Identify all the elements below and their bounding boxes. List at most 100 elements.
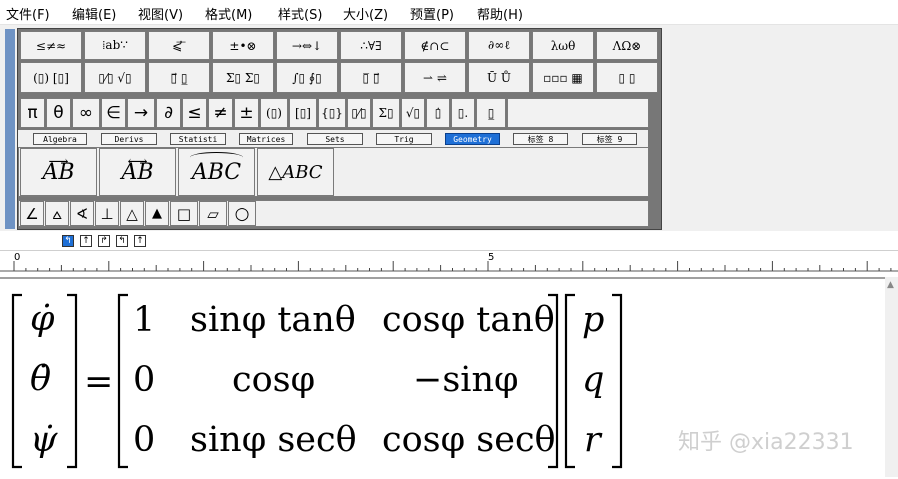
palette-spaces-button[interactable]: ⁞ab∵ bbox=[84, 31, 146, 60]
triangle-template[interactable]: △ABC bbox=[257, 148, 334, 196]
triangle-symbol-button[interactable]: △ bbox=[120, 201, 144, 226]
palette-arrows-button[interactable]: →⇔↓ bbox=[276, 31, 338, 60]
perpendicular-symbol-button[interactable]: ⊥ bbox=[95, 201, 119, 226]
menu-file[interactable]: 文件(F) bbox=[6, 4, 50, 23]
tab-9[interactable]: 标签 9 bbox=[582, 133, 637, 145]
menu-help[interactable]: 帮助(H) bbox=[477, 4, 523, 23]
brackets-template-button[interactable]: [▯] bbox=[289, 98, 317, 128]
palette-products-button[interactable]: Ū Ů bbox=[468, 62, 530, 93]
superscript-template-button[interactable]: ▯̇ bbox=[426, 98, 450, 128]
scroll-up-icon[interactable]: ▲ bbox=[887, 280, 894, 290]
matrix-cell-3-3: cosφ secθ bbox=[382, 420, 556, 460]
empty-slot bbox=[507, 98, 649, 128]
infinity-symbol-button[interactable]: ∞ bbox=[72, 98, 100, 128]
vector-p: p bbox=[582, 300, 605, 340]
palette-boxes-button[interactable]: ▯ ▯ bbox=[596, 62, 658, 93]
palette-relations-button[interactable]: ≤≠≈ bbox=[20, 31, 82, 60]
matrix-cell-3-1: 0 bbox=[133, 420, 156, 460]
circle-symbol-button[interactable]: ○ bbox=[228, 201, 256, 226]
menu-view[interactable]: 视图(V) bbox=[138, 4, 183, 23]
tab-8[interactable]: 标签 8 bbox=[513, 133, 568, 145]
palette-fences-button[interactable]: (▯) [▯] bbox=[20, 62, 82, 93]
pi-symbol-button[interactable]: π bbox=[20, 98, 45, 128]
measured-angle-symbol-button[interactable]: ⩟ bbox=[45, 201, 69, 226]
menu-size[interactable]: 大小(Z) bbox=[343, 4, 388, 23]
palette-labeled-arrows-button[interactable]: ⇀ ⇌ bbox=[404, 62, 466, 93]
double-arrow-label: ⟷ AB bbox=[121, 153, 154, 185]
palette-bars-button[interactable]: ▯̅ ▯⃗ bbox=[340, 62, 402, 93]
ruler-mark-0: 0 bbox=[14, 252, 21, 263]
nudge-button-5[interactable]: ↑ bbox=[134, 235, 146, 247]
theta-symbol-button[interactable]: θ bbox=[46, 98, 71, 128]
tab-derivs[interactable]: Derivs bbox=[101, 133, 157, 145]
braces-template-button[interactable]: {▯} bbox=[318, 98, 346, 128]
right-arrow-accent-icon: ⟶ bbox=[48, 153, 69, 170]
tab-statistics[interactable]: Statisti bbox=[170, 133, 226, 145]
ruler-ticks bbox=[0, 261, 898, 272]
subscript-template-button[interactable]: ▯. bbox=[451, 98, 475, 128]
palette-greek-upper-button[interactable]: ΛΩ⊗ bbox=[596, 31, 658, 60]
matrix-cell-1-3: cosφ tanθ bbox=[382, 300, 555, 340]
tab-trig[interactable]: Trig bbox=[376, 133, 432, 145]
sqrt-template-button[interactable]: √▯ bbox=[401, 98, 425, 128]
filled-triangle-symbol-button[interactable]: ▲ bbox=[145, 201, 169, 226]
angle-symbol-button[interactable]: ∠ bbox=[20, 201, 44, 226]
tab-sets[interactable]: Sets bbox=[307, 133, 363, 145]
palette-operators-button[interactable]: ±•⊗ bbox=[212, 31, 274, 60]
toolbar-grip[interactable] bbox=[5, 29, 15, 229]
spherical-angle-symbol-button[interactable]: ∢ bbox=[70, 201, 94, 226]
tab-algebra[interactable]: Algebra bbox=[33, 133, 87, 145]
sum-template-button[interactable]: Σ▯ bbox=[372, 98, 400, 128]
arc-accent-icon bbox=[189, 151, 244, 163]
menu-preferences[interactable]: 预置(P) bbox=[410, 4, 454, 23]
palette-integrals-button[interactable]: ∫▯ ∮▯ bbox=[276, 62, 338, 93]
palette-greek-lower-button[interactable]: λωθ bbox=[532, 31, 594, 60]
phi-dot: φ̇ bbox=[30, 299, 55, 339]
matrix-cell-2-1: 0 bbox=[133, 360, 156, 400]
menu-bar: 文件(F) 编辑(E) 视图(V) 格式(M) 样式(S) 大小(Z) 预置(P… bbox=[0, 0, 898, 25]
vertical-scrollbar[interactable]: ▲ bbox=[885, 277, 898, 477]
palette-sums-button[interactable]: Σ▯ Σ▯ bbox=[212, 62, 274, 93]
arc-template[interactable]: ABC bbox=[178, 148, 255, 196]
menu-style[interactable]: 样式(S) bbox=[278, 4, 322, 23]
element-of-symbol-button[interactable]: ∈ bbox=[101, 98, 126, 128]
vector-arrow-label: ⟶ AB bbox=[42, 153, 75, 185]
nudge-button-3[interactable]: ↱ bbox=[98, 235, 110, 247]
matrix-cell-1-2: sinφ tanθ bbox=[190, 300, 356, 340]
ruler-mark-5: 5 bbox=[488, 252, 495, 263]
watermark: 知乎 @xia22331 bbox=[678, 430, 854, 455]
parens-template-button[interactable]: (▯) bbox=[260, 98, 288, 128]
tab-matrices[interactable]: Matrices bbox=[239, 133, 293, 145]
ruler: 0 5 bbox=[0, 250, 898, 277]
double-arrow-template[interactable]: ⟷ AB bbox=[99, 148, 176, 196]
matrix-cell-1-1: 1 bbox=[133, 300, 156, 340]
palette-sets-button[interactable]: ∉∩⊂ bbox=[404, 31, 466, 60]
palette-misc-button[interactable]: ∂∞ℓ bbox=[468, 31, 530, 60]
menu-format[interactable]: 格式(M) bbox=[205, 4, 252, 23]
parallelogram-symbol-button[interactable]: ▱ bbox=[199, 201, 227, 226]
plusminus-symbol-button[interactable]: ± bbox=[234, 98, 259, 128]
arrow-symbol-button[interactable]: → bbox=[127, 98, 155, 128]
neq-symbol-button[interactable]: ≠ bbox=[208, 98, 233, 128]
tab-geometry[interactable]: Geometry bbox=[445, 133, 500, 145]
palette-fractions-button[interactable]: ▯⁄▯ √▯ bbox=[84, 62, 146, 93]
partial-symbol-button[interactable]: ∂ bbox=[156, 98, 181, 128]
palette-scripts-button[interactable]: ▯⃗ ▯̲ bbox=[148, 62, 210, 93]
leq-symbol-button[interactable]: ≤ bbox=[182, 98, 207, 128]
square-symbol-button[interactable]: □ bbox=[170, 201, 198, 226]
nudge-button-2[interactable]: ↑ bbox=[80, 235, 92, 247]
underscript-template-button[interactable]: ▯̲ bbox=[476, 98, 506, 128]
left-right-arrow-accent-icon: ⟷ bbox=[127, 153, 148, 170]
menu-edit[interactable]: 编辑(E) bbox=[72, 4, 116, 23]
palette-embellishments-button[interactable]: ⩽⃗ ⃖ bbox=[148, 31, 210, 60]
nudge-button-1[interactable]: ↰ bbox=[62, 235, 74, 247]
nudge-button-4[interactable]: ↰ bbox=[116, 235, 128, 247]
vector-arrow-template[interactable]: ⟶ AB bbox=[20, 148, 97, 196]
palette-logic-button[interactable]: ∴∀∃ bbox=[340, 31, 402, 60]
fraction-template-button[interactable]: ▯⁄▯ bbox=[347, 98, 371, 128]
matrix-cell-2-2: cosφ bbox=[232, 360, 316, 400]
equals-sign: = bbox=[84, 362, 114, 402]
psi-dot: ψ̇ bbox=[30, 420, 58, 460]
vector-r: r bbox=[584, 420, 601, 460]
palette-matrices-button[interactable]: ▫▫▫ ▦ bbox=[532, 62, 594, 93]
